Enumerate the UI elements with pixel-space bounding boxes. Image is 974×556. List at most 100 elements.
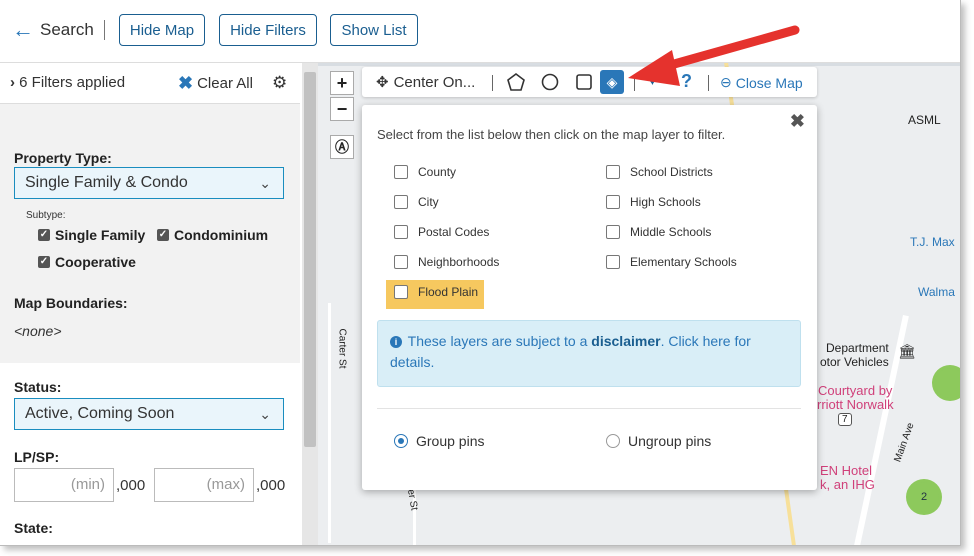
subtype-single-family-label: Single Family: [55, 227, 146, 243]
layer-postal-codes-checkbox[interactable]: Postal Codes: [394, 225, 489, 239]
hide-filters-button[interactable]: Hide Filters: [219, 14, 317, 46]
map-layers-popup: ✖ Select from the list below then click …: [362, 105, 817, 490]
polygon-draw-icon[interactable]: [507, 73, 525, 91]
checkbox-icon: [606, 165, 620, 179]
checkbox-icon: [394, 225, 408, 239]
layer-middle-schools-checkbox[interactable]: Middle Schools: [606, 225, 711, 239]
status-select[interactable]: Active, Coming Soon ⌄: [14, 398, 284, 430]
map-toolbar: ✥ Center On... ◈ ♥ ? ⊖ Close Map: [362, 67, 817, 97]
app-window: ← Search Hide Map Hide Filters Show List…: [0, 0, 961, 546]
layer-neighborhoods-checkbox[interactable]: Neighborhoods: [394, 255, 499, 269]
pin-cluster[interactable]: 2: [906, 479, 942, 515]
map-road: [328, 303, 331, 543]
status-label: Status:: [14, 379, 62, 395]
map-label-dept-1: Department: [826, 341, 889, 355]
map-label-courtyard-1: Courtyard by: [818, 383, 893, 398]
subtype-single-family-checkbox[interactable]: ✓ Single Family: [38, 227, 145, 243]
show-list-button[interactable]: Show List: [330, 14, 418, 46]
disclaimer-text: These layers are subject to a: [407, 333, 592, 349]
crosshair-icon: ✥: [376, 74, 389, 91]
filters-sidebar: › 6 Filters applied ✖ Clear All ⚙ Proper…: [0, 63, 300, 545]
heart-icon[interactable]: ♥: [648, 72, 657, 89]
status-value: Active, Coming Soon: [25, 405, 175, 422]
rectangle-draw-icon[interactable]: [575, 73, 593, 91]
gear-icon[interactable]: ⚙: [272, 73, 287, 93]
divider: [492, 75, 493, 91]
ungroup-pins-radio[interactable]: Ungroup pins: [606, 433, 711, 449]
layer-label: Flood Plain: [418, 285, 479, 299]
layer-county-checkbox[interactable]: County: [394, 165, 456, 179]
museum-icon: 🏛: [898, 343, 916, 359]
ungroup-pins-label: Ungroup pins: [628, 433, 712, 449]
close-icon: ✖: [178, 73, 194, 93]
back-arrow-icon: ←: [12, 17, 34, 42]
filters-applied-label: 6 Filters applied: [19, 74, 126, 91]
checkmark-icon: ✓: [38, 229, 50, 241]
checkmark-icon: ✓: [38, 256, 50, 268]
price-max-input[interactable]: (max): [154, 468, 254, 502]
zoom-out-button[interactable]: −: [330, 97, 354, 121]
back-to-search[interactable]: ← Search: [12, 19, 94, 41]
close-icon[interactable]: ✖: [790, 111, 805, 132]
top-bar: ← Search Hide Map Hide Filters Show List: [0, 0, 960, 63]
clear-all-label: Clear All: [197, 74, 253, 92]
group-pins-label: Group pins: [416, 433, 485, 449]
chevron-right-icon: ›: [10, 74, 15, 91]
price-label: LP/SP:: [14, 449, 60, 465]
property-type-select[interactable]: Single Family & Condo ⌄: [14, 167, 284, 199]
layer-flood-plain-checkbox[interactable]: Flood Plain: [394, 285, 478, 299]
map-label-dept-2: otor Vehicles: [820, 355, 889, 369]
info-icon: i: [390, 336, 402, 348]
circle-draw-icon[interactable]: [541, 73, 559, 91]
pin-cluster-partial[interactable]: [932, 365, 960, 401]
checkbox-icon: [394, 165, 408, 179]
layer-elementary-schools-checkbox[interactable]: Elementary Schools: [606, 255, 737, 269]
price-min-unit: ,000: [116, 477, 146, 494]
disclaimer-link[interactable]: disclaimer: [591, 333, 660, 349]
route-shield: 7: [838, 413, 852, 426]
layer-label: Elementary Schools: [630, 255, 737, 269]
clear-all-button[interactable]: ✖ Clear All: [178, 74, 253, 92]
map-boundaries-label: Map Boundaries:: [14, 295, 128, 311]
layer-label: Middle Schools: [630, 225, 712, 239]
checkbox-icon: [394, 195, 408, 209]
group-pins-radio[interactable]: Group pins: [394, 433, 484, 449]
divider: [634, 75, 635, 91]
hide-map-button[interactable]: Hide Map: [119, 14, 205, 46]
layer-label: High Schools: [630, 195, 701, 209]
chevron-down-icon: ⌄: [259, 406, 271, 422]
price-min-input[interactable]: (min): [14, 468, 114, 502]
radio-unselected-icon: [606, 434, 620, 448]
layer-label: School Districts: [630, 165, 713, 179]
map-label-hotel-2: k, an IHG: [820, 477, 875, 492]
map-label-walmart: Walma: [918, 285, 955, 299]
search-area-icon[interactable]: Ⓐ: [330, 135, 354, 159]
layer-city-checkbox[interactable]: City: [394, 195, 439, 209]
disclaimer-notice[interactable]: i These layers are subject to a disclaim…: [377, 320, 801, 387]
help-icon[interactable]: ?: [681, 71, 692, 92]
divider: [708, 75, 709, 91]
map-label-carter-st: Carter St: [336, 328, 348, 369]
filters-applied-toggle[interactable]: › 6 Filters applied: [10, 74, 125, 91]
zoom-in-button[interactable]: +: [330, 71, 354, 95]
map-label-courtyard-2: rriott Norwalk: [817, 397, 894, 412]
layer-label: Postal Codes: [418, 225, 490, 239]
layer-high-schools-checkbox[interactable]: High Schools: [606, 195, 701, 209]
subtype-cooperative-checkbox[interactable]: ✓ Cooperative: [38, 254, 136, 270]
subtype-condominium-checkbox[interactable]: ✓ Condominium: [157, 227, 268, 243]
close-map-button[interactable]: ⊖ Close Map: [720, 74, 803, 91]
layer-school-districts-checkbox[interactable]: School Districts: [606, 165, 713, 179]
sidebar-scrollbar-thumb[interactable]: [304, 72, 316, 447]
subtype-cooperative-label: Cooperative: [55, 254, 136, 270]
center-on-button[interactable]: ✥ Center On...: [376, 73, 475, 92]
back-label: Search: [40, 20, 94, 39]
divider: [377, 408, 801, 409]
subtype-condominium-label: Condominium: [174, 227, 269, 243]
property-type-label: Property Type:: [14, 150, 112, 166]
layers-icon[interactable]: ◈: [600, 70, 624, 94]
map-label-hotel-1: EN Hotel: [820, 463, 873, 478]
map-label-asml: ASML: [908, 113, 941, 127]
close-circle-icon: ⊖: [720, 74, 732, 90]
state-label: State:: [14, 520, 53, 536]
filters-section: Status: Active, Coming Soon ⌄ LP/SP: Sta…: [0, 363, 300, 545]
